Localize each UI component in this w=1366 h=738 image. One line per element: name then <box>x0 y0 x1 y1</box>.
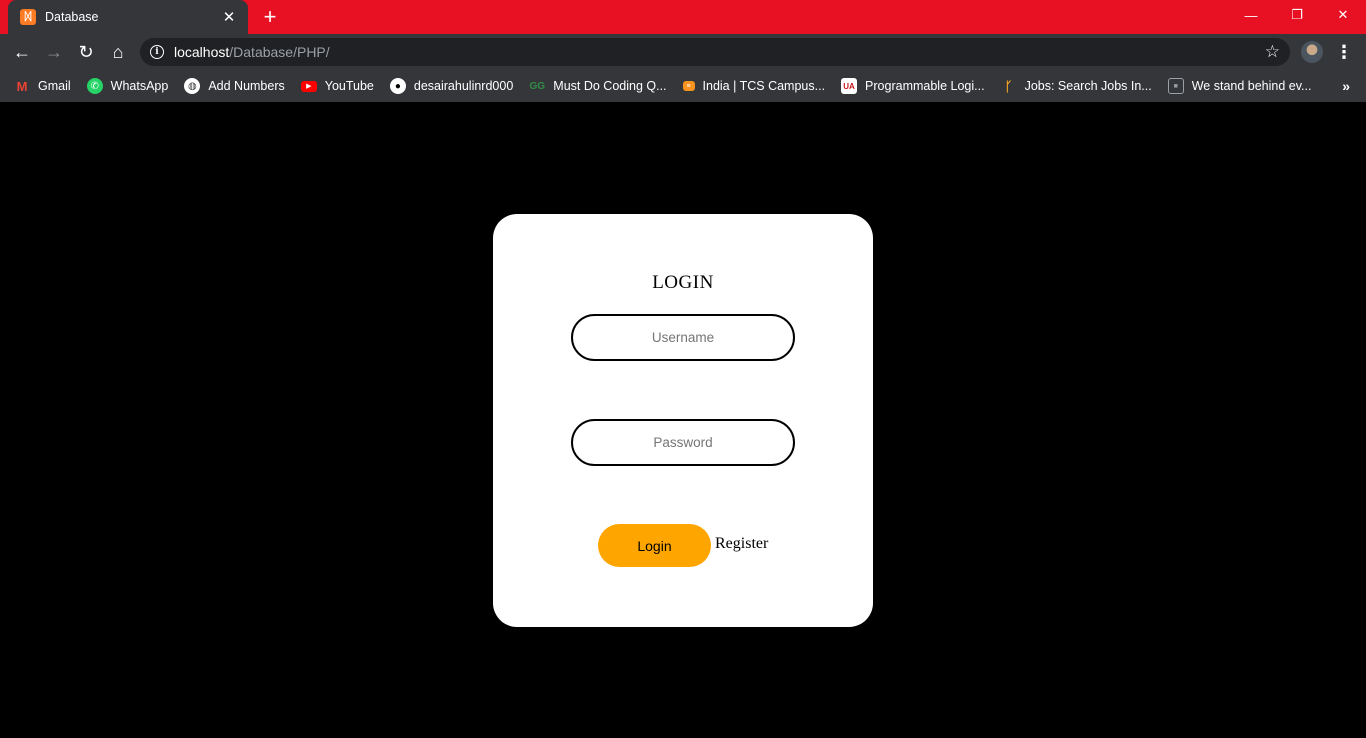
bookmarks-overflow-icon[interactable]: » <box>1342 78 1350 94</box>
bookmark-label: We stand behind ev... <box>1191 79 1312 93</box>
bookmark-youtube[interactable]: ▶ YouTube <box>300 79 374 93</box>
register-link[interactable]: Register <box>715 535 768 553</box>
reload-icon[interactable]: ↻ <box>72 38 100 66</box>
bookmark-jobs[interactable]: ᚴ Jobs: Search Jobs In... <box>1001 78 1152 94</box>
bookmark-we-stand[interactable]: ■ We stand behind ev... <box>1167 78 1312 94</box>
new-tab-icon[interactable]: + <box>258 4 282 29</box>
restore-icon[interactable]: ❐ <box>1274 0 1320 30</box>
gmail-icon: M <box>16 78 28 94</box>
github-icon: ● <box>389 78 406 94</box>
info-icon[interactable]: i <box>150 45 164 59</box>
geeksforgeeks-icon: GG <box>529 80 546 92</box>
browser-title-bar: ᛞ Database ✕ + — ❐ ✕ <box>0 0 1366 34</box>
tab-close-icon[interactable]: ✕ <box>220 8 238 26</box>
kebab-menu-icon[interactable]: ⋮ <box>1335 41 1353 63</box>
browser-toolbar: ← → ↻ ⌂ i localhost/Database/PHP/ ☆ <box>0 34 1366 70</box>
bookmark-label: Jobs: Search Jobs In... <box>1024 79 1152 93</box>
bookmark-label: WhatsApp <box>110 79 169 93</box>
bookmark-star-icon[interactable]: ☆ <box>1265 42 1280 62</box>
bookmark-label: Must Do Coding Q... <box>553 79 667 93</box>
back-arrow-icon[interactable]: ← <box>8 38 36 66</box>
bookmark-label: Gmail <box>38 79 71 93</box>
bookmarks-bar: M Gmail ✆ WhatsApp ◍ Add Numbers ▶ YouTu… <box>0 70 1366 102</box>
page-content: LOGIN Username Password Login Register <box>0 102 1366 738</box>
minimize-icon[interactable]: — <box>1228 0 1274 30</box>
profile-avatar[interactable] <box>1301 41 1323 63</box>
login-title: LOGIN <box>652 272 714 293</box>
bookmark-label: India | TCS Campus... <box>702 79 826 93</box>
url-host: localhost <box>174 44 230 60</box>
home-icon[interactable]: ⌂ <box>104 38 132 66</box>
address-bar[interactable]: i localhost/Database/PHP/ ☆ <box>140 38 1290 66</box>
close-window-icon[interactable]: ✕ <box>1320 0 1366 30</box>
bookmark-label: desairahulinrd000 <box>413 79 514 93</box>
bookmark-tcs[interactable]: ≡ India | TCS Campus... <box>682 79 826 93</box>
password-input[interactable]: Password <box>571 419 795 466</box>
bookmark-programmable-logic[interactable]: UA Programmable Logi... <box>841 78 985 94</box>
bookmark-geeksforgeeks[interactable]: GG Must Do Coding Q... <box>529 78 667 94</box>
bookmark-label: Add Numbers <box>208 79 285 93</box>
browser-tab-active[interactable]: ᛞ Database ✕ <box>8 0 248 34</box>
window-controls: — ❐ ✕ <box>1228 0 1366 30</box>
login-button[interactable]: Login <box>598 524 711 567</box>
username-input[interactable]: Username <box>571 314 795 361</box>
youtube-icon: ▶ <box>300 80 317 92</box>
forward-arrow-icon[interactable]: → <box>40 38 68 66</box>
xampp-icon: ᛞ <box>20 9 36 25</box>
tcs-icon: ≡ <box>682 81 695 91</box>
square-icon: ■ <box>1167 78 1184 94</box>
globe-icon: ◍ <box>184 78 201 94</box>
tab-title: Database <box>45 10 99 24</box>
bookmark-label: Programmable Logi... <box>865 79 985 93</box>
bookmark-gmail[interactable]: M Gmail <box>14 78 71 94</box>
login-card: LOGIN Username Password Login Register <box>493 214 873 627</box>
url-path: /Database/PHP/ <box>229 44 330 60</box>
bookmark-add-numbers[interactable]: ◍ Add Numbers <box>184 78 285 94</box>
whatsapp-icon: ✆ <box>86 78 103 94</box>
jobs-icon: ᚴ <box>1004 78 1013 94</box>
bookmark-github[interactable]: ● desairahulinrd000 <box>389 78 514 94</box>
bookmark-whatsapp[interactable]: ✆ WhatsApp <box>86 78 169 94</box>
logic-icon: UA <box>841 78 858 94</box>
bookmark-label: YouTube <box>324 79 374 93</box>
